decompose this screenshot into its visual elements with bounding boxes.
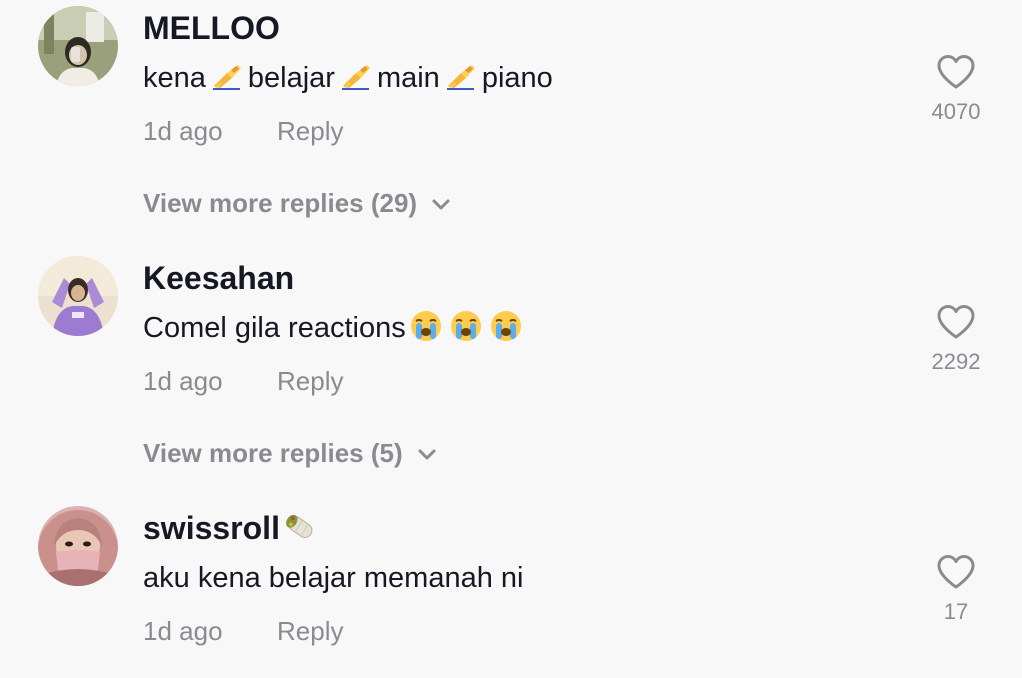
avatar[interactable] — [38, 506, 118, 586]
writing-hand-emoji-icon — [444, 62, 478, 101]
comment-timestamp: 1d ago — [143, 116, 223, 146]
burrito-emoji-icon — [282, 510, 318, 553]
comment-text-part: belajar — [247, 62, 335, 94]
writing-hand-emoji-icon — [339, 62, 373, 101]
heart-icon — [937, 55, 975, 89]
like-count: 4070 — [931, 99, 981, 124]
avatar[interactable] — [38, 6, 118, 86]
comment-text: kena belajar main piano — [143, 60, 553, 101]
comment-text-part: Comel gila reactions — [143, 312, 406, 344]
like-button[interactable]: 2292 — [910, 304, 1002, 394]
comment-username[interactable]: swissroll — [143, 508, 318, 553]
comment-timestamp: 1d ago — [143, 616, 223, 646]
comment-item: swissroll aku kena belajar memanah ni 1d… — [0, 500, 1022, 678]
chevron-down-icon — [417, 436, 437, 470]
comment-username[interactable]: MELLOO — [143, 8, 280, 48]
comment-timestamp: 1d ago — [143, 366, 223, 396]
comment-text-part: main — [376, 62, 440, 94]
view-more-replies-label: View more replies (5) — [143, 438, 403, 468]
reply-button[interactable]: Reply — [277, 614, 343, 648]
loudly-crying-face-emoji-icon — [490, 310, 522, 351]
comment-item: Keesahan Comel gila reactions 1d ago Rep… — [0, 250, 1022, 500]
loudly-crying-face-emoji-icon — [410, 310, 442, 351]
comment-item: MELLOO kena belajar main piano 1d ago Re… — [0, 0, 1022, 250]
like-button[interactable]: 17 — [910, 554, 1002, 644]
comment-text-part: piano — [481, 62, 553, 94]
loudly-crying-face-emoji-icon — [450, 310, 482, 351]
like-count: 2292 — [931, 349, 981, 374]
chevron-down-icon — [431, 186, 451, 220]
like-count: 17 — [943, 599, 969, 624]
like-button[interactable]: 4070 — [910, 54, 1002, 144]
comment-text-part: kena — [143, 62, 206, 94]
comment-username-label: swissroll — [143, 510, 280, 546]
heart-icon — [937, 555, 975, 589]
writing-hand-emoji-icon — [210, 62, 244, 101]
heart-icon — [937, 305, 975, 339]
view-more-replies-button[interactable]: View more replies (5) — [143, 436, 437, 470]
comment-text: aku kena belajar memanah ni — [143, 562, 524, 594]
avatar[interactable] — [38, 256, 118, 336]
view-more-replies-button[interactable]: View more replies (29) — [143, 186, 451, 220]
reply-button[interactable]: Reply — [277, 114, 343, 148]
comment-text: Comel gila reactions — [143, 310, 526, 351]
reply-button[interactable]: Reply — [277, 364, 343, 398]
comment-username[interactable]: Keesahan — [143, 258, 294, 298]
view-more-replies-label: View more replies (29) — [143, 188, 418, 218]
